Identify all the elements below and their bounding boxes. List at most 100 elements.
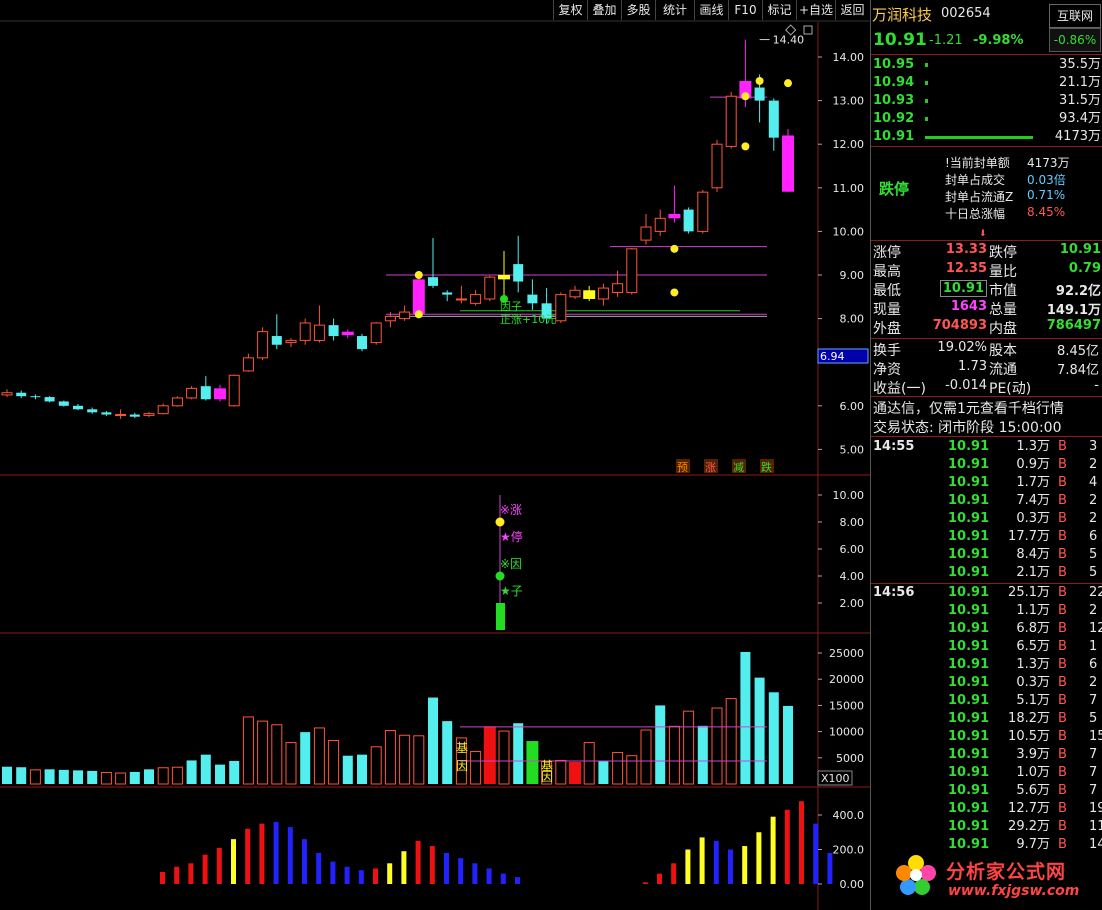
volume-bar-down bbox=[342, 755, 353, 784]
macd-bar bbox=[770, 816, 776, 884]
macd-axis-label: 400.0 bbox=[833, 809, 865, 822]
signal-dot bbox=[670, 288, 679, 297]
tick-volume: 0.9万 bbox=[1016, 457, 1050, 472]
price-change-pct: -9.98% bbox=[973, 33, 1024, 48]
volume-axis-label: 5000 bbox=[836, 752, 864, 765]
volume-bar-up bbox=[498, 730, 510, 785]
seal-info-key: 封单占成交 bbox=[945, 173, 1006, 187]
tick-volume: 2.1万 bbox=[1016, 565, 1050, 580]
macd-bar bbox=[202, 854, 208, 884]
annotation-label: 正涨+10元 bbox=[500, 313, 556, 326]
macd-bar bbox=[671, 863, 677, 884]
volume-unit: X100 bbox=[821, 772, 850, 785]
stat-value: 7.84亿 bbox=[1057, 363, 1099, 378]
macd-bar bbox=[784, 809, 790, 884]
macd-bar bbox=[458, 858, 464, 884]
volume-bar-highlight bbox=[483, 726, 496, 784]
price-axis-label: 12.00 bbox=[833, 138, 865, 151]
tick-side: B bbox=[1058, 765, 1067, 780]
watermark-title: 分析家公式网 bbox=[946, 861, 1067, 883]
promo-link[interactable]: 通达信，仅需1元查看千档行情 bbox=[873, 398, 1064, 418]
candle-down bbox=[768, 100, 779, 138]
tick-side: B bbox=[1058, 711, 1067, 726]
stat-key: 总量 bbox=[989, 302, 1017, 318]
volume-bar-down bbox=[513, 723, 524, 784]
macd-bar bbox=[401, 851, 407, 884]
volume-bar-up bbox=[626, 755, 638, 785]
macd-axis-label: 0.00 bbox=[840, 878, 865, 891]
stat-key: 收益(一) bbox=[873, 381, 926, 397]
bid-volume: 93.4万 bbox=[1059, 111, 1101, 126]
tick-price: 10.91 bbox=[948, 439, 990, 454]
tick-price: 10.91 bbox=[948, 783, 990, 798]
draw-line-button[interactable]: 画线 bbox=[694, 0, 728, 20]
tick-count: 1 bbox=[1089, 639, 1098, 654]
macd-bar bbox=[472, 863, 478, 884]
signal-dot bbox=[414, 310, 423, 319]
stat-key: 涨停 bbox=[873, 245, 901, 261]
tick-side: B bbox=[1058, 657, 1067, 672]
candle-up bbox=[115, 414, 127, 417]
tick-count: 7 bbox=[1089, 747, 1098, 762]
stat-value: 149.1万 bbox=[1046, 303, 1101, 318]
kline-canvas[interactable]: 14.00 13.00 12.00 11.00 10.00 9.00 8.00 6.00 5.0… bbox=[0, 0, 870, 910]
tick-volume: 1.3万 bbox=[1016, 439, 1050, 454]
square-icon[interactable] bbox=[803, 25, 813, 35]
back-button[interactable]: 返回 bbox=[835, 0, 869, 20]
add-watchlist-button[interactable]: +自选 bbox=[796, 0, 835, 20]
last-price: 10.91 bbox=[873, 30, 927, 50]
gene-dot-factor bbox=[495, 571, 505, 581]
high-price-label: 14.40 bbox=[773, 34, 805, 47]
volume-bar-down bbox=[229, 760, 240, 784]
tick-price: 10.91 bbox=[948, 547, 990, 562]
volume-tag: 因 bbox=[541, 770, 553, 784]
candle-down bbox=[442, 292, 453, 295]
tick-volume: 17.7万 bbox=[1008, 529, 1050, 544]
gene-axis-label: 8.00 bbox=[840, 516, 865, 529]
bid-price: 10.94 bbox=[873, 75, 915, 90]
stat-key: 外盘 bbox=[873, 321, 901, 337]
tick-side: B bbox=[1058, 621, 1067, 636]
tick-time: 14:56 bbox=[873, 585, 915, 600]
overlay-button[interactable]: 叠加 bbox=[587, 0, 621, 20]
candle-up bbox=[569, 289, 581, 298]
restore-rights-button[interactable]: 复权 bbox=[553, 0, 587, 20]
volume-bar-down bbox=[768, 692, 779, 784]
stat-value: 1643 bbox=[950, 299, 987, 314]
macd-bar bbox=[216, 847, 222, 884]
volume-bar-down bbox=[58, 769, 69, 784]
stat-value: 10.91 bbox=[939, 280, 987, 297]
statistics-button[interactable]: 统计 bbox=[655, 0, 694, 20]
tick-side: B bbox=[1058, 457, 1067, 472]
candle-up bbox=[157, 405, 169, 415]
tick-side: B bbox=[1058, 675, 1067, 690]
limit-down-badge: 跌停 bbox=[879, 180, 910, 198]
volume-bar-up bbox=[612, 752, 624, 785]
sector-button[interactable]: 互联网 bbox=[1049, 4, 1101, 28]
tick-price: 10.91 bbox=[948, 621, 990, 636]
bid-volume: 31.5万 bbox=[1059, 93, 1101, 108]
volume-bar-down bbox=[655, 705, 666, 784]
annotation-label: 因子 bbox=[500, 300, 522, 313]
tick-price: 10.91 bbox=[948, 657, 990, 672]
volume-bar-up bbox=[157, 767, 169, 785]
mark-button[interactable]: 标记 bbox=[762, 0, 796, 20]
tick-side: B bbox=[1058, 585, 1067, 600]
candle-down bbox=[73, 405, 83, 410]
tick-volume: 0.3万 bbox=[1016, 511, 1050, 526]
bid-price: 10.95 bbox=[873, 57, 915, 72]
tick-count: 7 bbox=[1089, 765, 1098, 780]
legend-label: 涨 bbox=[705, 461, 716, 474]
f10-button[interactable]: F10 bbox=[728, 0, 762, 20]
volume-bar-down bbox=[44, 769, 55, 784]
tick-volume: 5.6万 bbox=[1016, 783, 1050, 798]
volume-bar-up bbox=[384, 730, 396, 785]
multi-stock-button[interactable]: 多股 bbox=[621, 0, 655, 20]
chart-area[interactable]: 14.00 13.00 12.00 11.00 10.00 9.00 8.00 6.00 5.0… bbox=[0, 0, 870, 910]
tick-count: 2 bbox=[1089, 457, 1098, 472]
collapse-icon[interactable]: ⬇ bbox=[979, 229, 987, 239]
macd-bar bbox=[287, 827, 293, 884]
tick-side: B bbox=[1058, 603, 1067, 618]
tick-volume: 29.2万 bbox=[1008, 819, 1050, 834]
volume-bar-down bbox=[740, 651, 751, 784]
